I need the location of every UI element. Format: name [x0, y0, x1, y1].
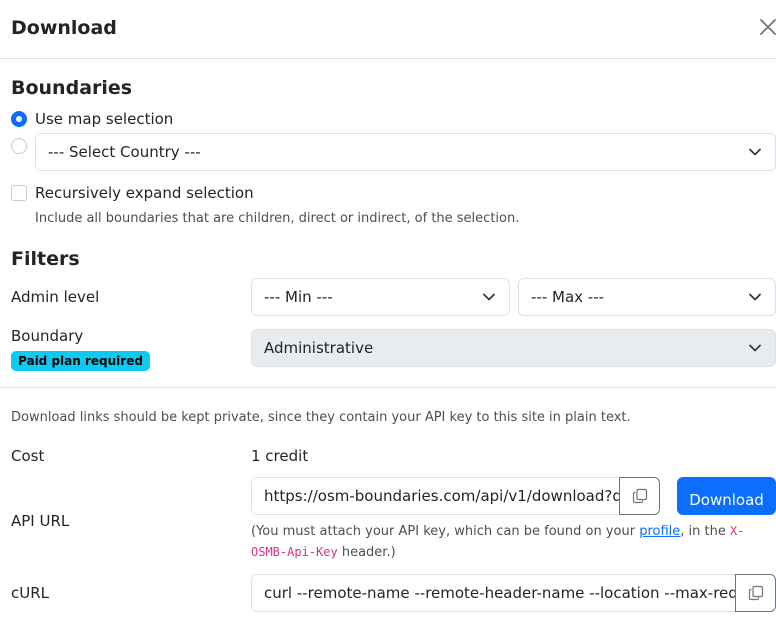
api-note-suffix: header.) [337, 545, 396, 560]
chevron-down-icon [749, 293, 761, 301]
recursive-expand-checkbox[interactable] [11, 185, 27, 201]
chevron-down-icon [749, 148, 761, 156]
section-divider [0, 387, 776, 388]
curl-value: curl --remote-name --remote-header-name … [264, 584, 736, 602]
paid-plan-badge: Paid plan required [11, 351, 150, 371]
admin-level-min-select[interactable]: --- Min --- [251, 278, 510, 316]
curl-label: cURL [11, 584, 50, 602]
cost-value: 1 credit [251, 447, 309, 465]
curl-input[interactable]: curl --remote-name --remote-header-name … [251, 574, 736, 612]
copy-api-url-button[interactable] [619, 477, 660, 515]
boundaries-heading: Boundaries [11, 77, 133, 99]
download-button[interactable]: Download [677, 477, 776, 515]
use-map-selection-radio[interactable] [11, 111, 27, 127]
country-select-value: --- Select Country --- [48, 143, 201, 161]
api-url-input[interactable]: https://osm-boundaries.com/api/v1/downlo… [251, 477, 620, 515]
boundary-label: Boundary [11, 327, 84, 345]
api-url-label: API URL [11, 512, 70, 530]
use-map-selection-label: Use map selection [35, 110, 174, 128]
close-icon [760, 19, 776, 35]
modal-title: Download [11, 17, 117, 39]
copy-curl-button[interactable] [735, 574, 776, 612]
cost-label: Cost [11, 447, 45, 465]
header-divider [0, 58, 776, 59]
copy-icon [748, 585, 763, 601]
privacy-note: Download links should be kept private, s… [11, 410, 631, 425]
close-button[interactable] [757, 16, 776, 38]
api-note-prefix: (You must attach your API key, which can… [251, 524, 640, 539]
api-key-note: (You must attach your API key, which can… [251, 521, 771, 563]
max-select-value: --- Max --- [531, 288, 605, 306]
boundary-type-select[interactable]: Administrative [251, 329, 776, 367]
api-url-value: https://osm-boundaries.com/api/v1/downlo… [264, 487, 620, 505]
recursive-expand-label: Recursively expand selection [35, 184, 254, 202]
recursive-expand-help: Include all boundaries that are children… [35, 211, 520, 226]
filters-heading: Filters [11, 248, 80, 270]
country-select[interactable]: --- Select Country --- [35, 133, 776, 171]
min-select-value: --- Min --- [264, 288, 333, 306]
profile-link[interactable]: profile [639, 524, 680, 539]
api-note-middle: , in the [680, 524, 730, 539]
chevron-down-icon [483, 293, 495, 301]
select-country-radio[interactable] [11, 138, 27, 154]
copy-icon [632, 488, 647, 504]
admin-level-max-select[interactable]: --- Max --- [518, 278, 776, 316]
chevron-down-icon [749, 344, 761, 352]
boundary-select-value: Administrative [264, 339, 374, 357]
admin-level-label: Admin level [11, 288, 100, 306]
